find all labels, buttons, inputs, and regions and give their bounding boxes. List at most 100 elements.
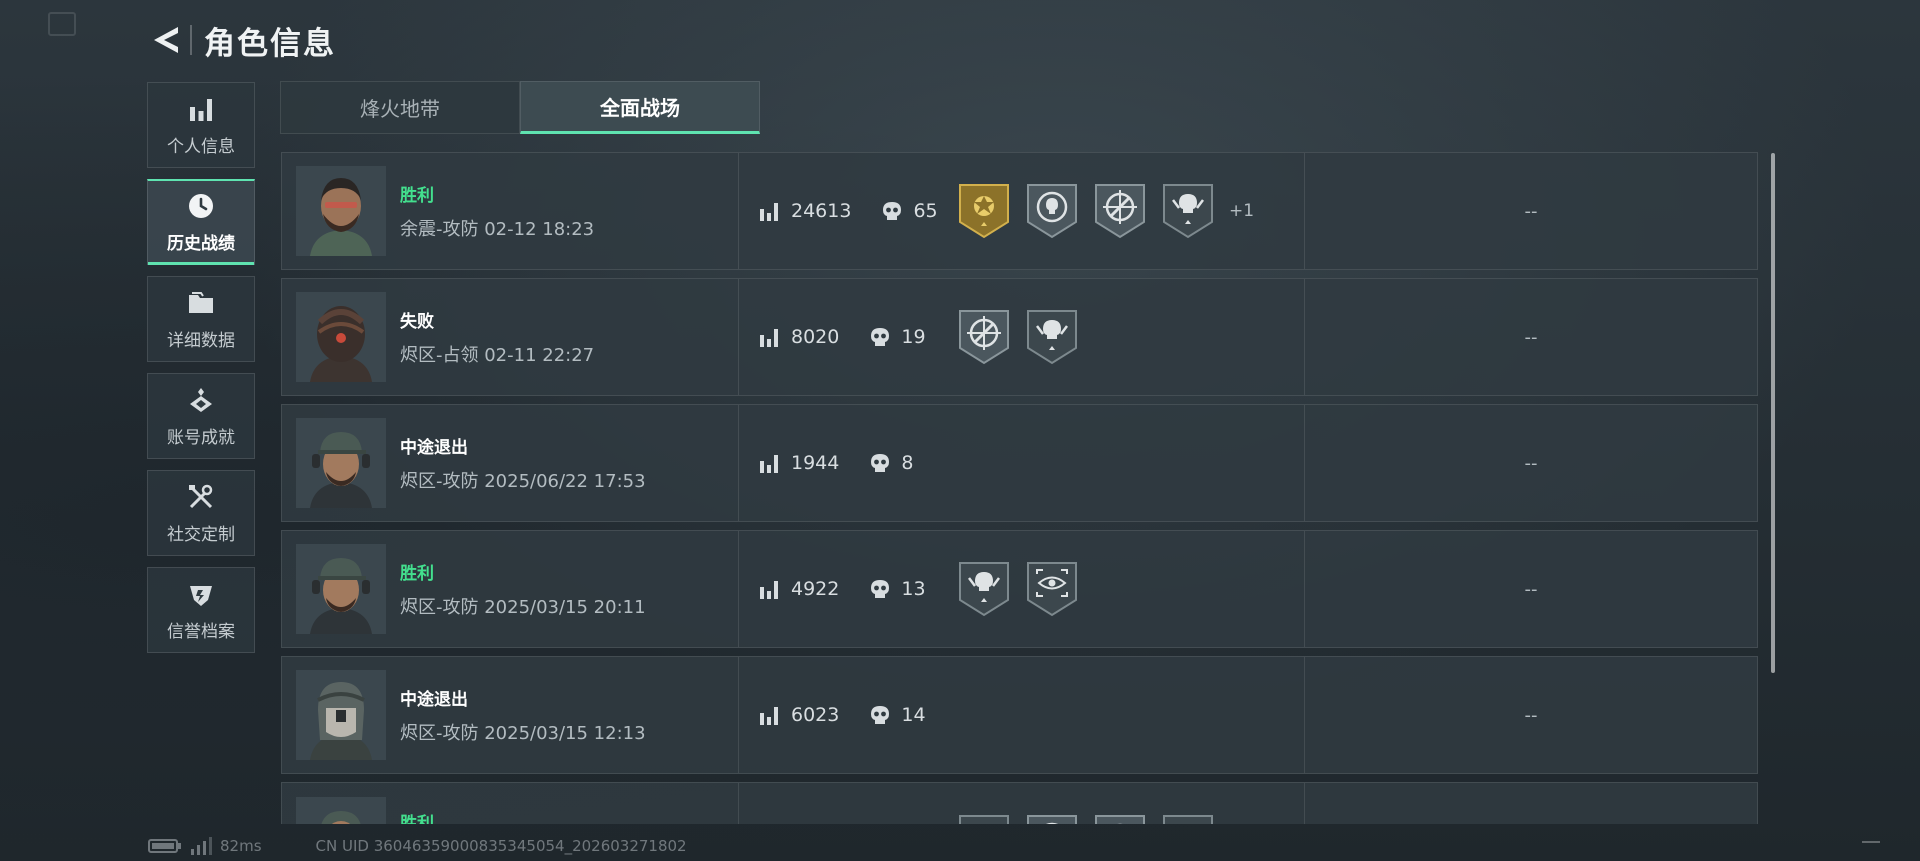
match-stats: 4922 13 (739, 531, 933, 647)
sidebar-item-label: 账号成就 (167, 427, 235, 448)
list-scrollbar[interactable] (1771, 153, 1775, 673)
match-text: 中途退出 烬区-攻防 2025/06/22 17:53 (400, 433, 646, 493)
match-info: 胜利 烬区-攻防 2025/03/15 20:11 (282, 531, 739, 647)
sidebar-item-achievements[interactable]: 账号成就 (147, 373, 255, 459)
operator-avatar (296, 797, 386, 824)
match-map-time: 烬区-攻防 2025/03/15 12:13 (400, 723, 646, 744)
match-result: 胜利 (400, 814, 434, 824)
score-stat: 1944 (759, 452, 839, 474)
match-text: 胜利 烬区-攻防 2025/03/15 20:11 (400, 559, 646, 619)
skull-icon (871, 328, 890, 346)
kills-stat: 13 (869, 578, 926, 600)
tools-icon (186, 482, 216, 512)
match-history-list[interactable]: 胜利 余震-攻防 02-12 18:23 24613 65 +1 -- 失败 烬… (281, 152, 1758, 824)
status-footer: 82ms CN UID 3604635900083534505​4_202603… (148, 837, 687, 855)
kills-stat: 14 (869, 704, 926, 726)
match-result: 中途退出 (400, 438, 468, 458)
match-result: 胜利 (400, 186, 434, 206)
skull-wings-icon[interactable] (1161, 813, 1215, 824)
match-map-time: 烬区-攻防 2025/06/22 17:53 (400, 471, 646, 492)
match-row[interactable]: 失败 烬区-占领 02-11 22:27 8020 19 -- (281, 278, 1758, 396)
operator-avatar (296, 418, 386, 508)
mode-tabs: 烽火地带 全面战场 (280, 81, 760, 134)
skull-wings-icon[interactable] (957, 560, 1011, 618)
skull-icon (883, 202, 902, 220)
operator-avatar (296, 544, 386, 634)
match-info: 胜利 (282, 783, 739, 824)
corner-mark (1862, 841, 1880, 843)
match-extra: -- (1524, 578, 1538, 600)
sidebar-item-credit-record[interactable]: 信誉档案 (147, 567, 255, 653)
operator-avatar (296, 166, 386, 256)
page-title: 角色信息 (204, 25, 336, 62)
back-button[interactable] (148, 18, 184, 62)
score-value: 24613 (791, 200, 852, 222)
sidebar-item-social-custom[interactable]: 社交定制 (147, 470, 255, 556)
header-divider (190, 25, 192, 55)
score-value: 1944 (791, 452, 840, 474)
match-extra: -- (1524, 704, 1538, 726)
crosshair-icon[interactable] (1093, 813, 1147, 824)
match-row[interactable]: 胜利 余震-攻防 02-12 18:23 24613 65 +1 -- (281, 152, 1758, 270)
match-row[interactable]: 胜利 (281, 782, 1758, 824)
crosshair-icon[interactable] (1093, 182, 1147, 240)
match-stats: 24613 65 (739, 153, 938, 269)
skull-icon (871, 454, 890, 472)
kills-stat: 8 (869, 452, 913, 474)
match-text: 胜利 余震-攻防 02-12 18:23 (400, 181, 594, 241)
score-bars-icon (760, 581, 778, 599)
extra-badges-count: +1 (1229, 201, 1255, 221)
sidebar-item-detailed-data[interactable]: 详细数据 (147, 276, 255, 362)
clock-icon (186, 191, 216, 221)
match-extra: -- (1524, 452, 1538, 474)
match-badges: +1 (933, 153, 1305, 269)
battery-icon (148, 839, 181, 853)
match-text: 胜利 (400, 797, 434, 824)
match-extra (1305, 783, 1757, 824)
match-badges (933, 531, 1305, 647)
score-bars-icon (760, 707, 778, 725)
eye-scope-icon[interactable] (1025, 560, 1079, 618)
match-map-time: 烬区-攻防 2025/03/15 20:11 (400, 597, 646, 618)
match-stats: 8020 19 (739, 279, 933, 395)
score-value: 4922 (791, 578, 840, 600)
crosshair-icon[interactable] (957, 308, 1011, 366)
score-stat: 24613 (759, 200, 851, 222)
gold-medal-icon[interactable] (957, 182, 1011, 240)
kills-stat: 65 (881, 200, 938, 222)
score-value: 8020 (791, 326, 840, 348)
window-corner-icon (48, 12, 76, 36)
sidebar-item-personal-info[interactable]: 个人信息 (147, 82, 255, 168)
match-row[interactable]: 胜利 烬区-攻防 2025/03/15 20:11 4922 13 -- (281, 530, 1758, 648)
back-arrow-icon (154, 27, 178, 53)
skull-icon (871, 580, 890, 598)
match-row[interactable]: 中途退出 烬区-攻防 2025/03/15 12:13 6023 14 -- (281, 656, 1758, 774)
score-bars-icon (760, 455, 778, 473)
tab-all-out-war[interactable]: 全面战场 (520, 81, 760, 134)
match-row[interactable]: 中途退出 烬区-攻防 2025/06/22 17:53 1944 8 -- (281, 404, 1758, 522)
match-badges (933, 405, 1305, 521)
score-stat: 4922 (759, 578, 839, 600)
skull-target-icon[interactable] (1025, 182, 1079, 240)
achievement-icon (186, 385, 216, 415)
match-result: 失败 (400, 312, 434, 332)
tab-extraction[interactable]: 烽火地带 (280, 81, 520, 134)
match-info: 中途退出 烬区-攻防 2025/06/22 17:53 (282, 405, 739, 521)
sidebar-item-label: 历史战绩 (167, 234, 235, 254)
match-info: 中途退出 烬区-攻防 2025/03/15 12:13 (282, 657, 739, 773)
skull-target-icon[interactable] (1025, 813, 1079, 824)
sidebar: 个人信息 历史战绩 详细数据 账号成就 社交定制 信誉档案 (147, 82, 257, 664)
operator-avatar (296, 292, 386, 382)
kills-value: 8 (901, 452, 914, 474)
match-info: 失败 烬区-占领 02-11 22:27 (282, 279, 739, 395)
score-value: 6023 (791, 704, 840, 726)
skull-wings-icon[interactable] (1025, 308, 1079, 366)
score-bars-icon (760, 329, 778, 347)
skull-wings-icon[interactable] (1161, 182, 1215, 240)
kills-value: 13 (901, 578, 926, 600)
match-badges (933, 657, 1305, 773)
sidebar-item-match-history[interactable]: 历史战绩 (147, 179, 255, 265)
eye-scope-icon[interactable] (957, 813, 1011, 824)
signal-icon (191, 837, 212, 855)
match-text: 失败 烬区-占领 02-11 22:27 (400, 307, 594, 367)
